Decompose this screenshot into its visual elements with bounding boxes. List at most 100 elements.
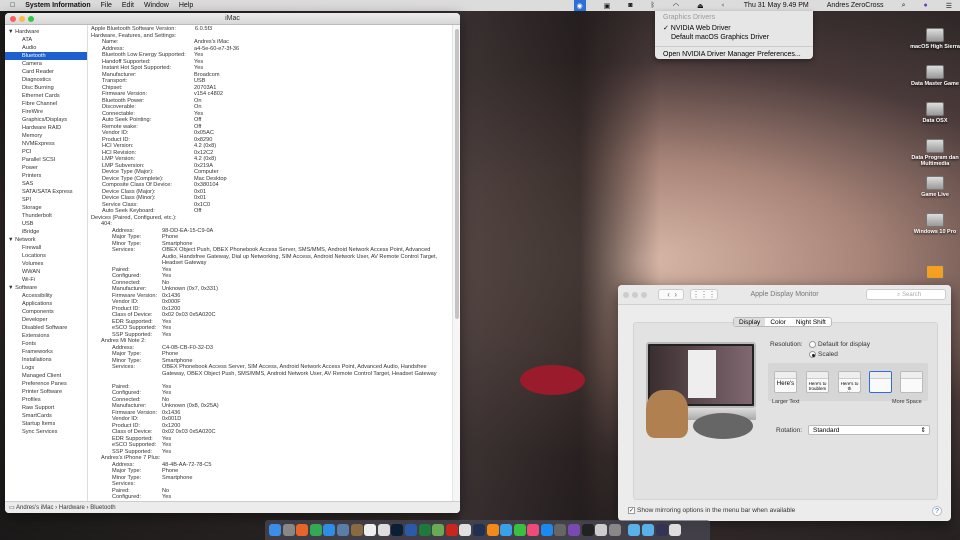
sidebar-item[interactable]: Disc Burning — [5, 84, 87, 92]
minimize-button[interactable] — [632, 292, 638, 298]
sidebar-item[interactable]: Applications — [5, 300, 87, 308]
zoom-button[interactable] — [28, 16, 34, 22]
sidebar-item[interactable]: Camera — [5, 60, 87, 68]
menu-help[interactable]: Help — [179, 2, 193, 9]
desktop-drive-icon[interactable]: Windows 10 Pro — [905, 213, 960, 235]
sidebar-item[interactable]: Managed Client — [5, 372, 87, 380]
display-icon[interactable]: ▣ — [604, 2, 611, 10]
show-all-grid-icon[interactable]: ⋮⋮⋮ — [690, 289, 718, 300]
dock-app-icon[interactable] — [432, 524, 445, 536]
menu-edit[interactable]: Edit — [122, 2, 134, 9]
close-button[interactable] — [623, 292, 629, 298]
menu-item-open-preferences[interactable]: Open NVIDIA Driver Manager Preferences..… — [655, 50, 813, 60]
spotlight-icon[interactable]: ⌕ — [902, 2, 906, 10]
dock-app-icon[interactable] — [404, 524, 417, 536]
dock-app-icon[interactable] — [296, 524, 309, 536]
sidebar-item[interactable]: PCI — [5, 148, 87, 156]
sidebar-item[interactable]: FireWire — [5, 108, 87, 116]
sidebar-item[interactable]: SmartCards — [5, 412, 87, 420]
close-button[interactable] — [10, 16, 16, 22]
sidebar-group-software[interactable]: ▼ Software — [5, 284, 87, 292]
sidebar-item[interactable]: SPI — [5, 196, 87, 204]
activity-icon[interactable]: ◙ — [628, 2, 632, 9]
zoom-button[interactable] — [641, 292, 647, 298]
sidebar-item[interactable]: Sync Services — [5, 428, 87, 436]
desktop-drive-icon[interactable]: Data Master Game — [905, 65, 960, 87]
clock[interactable]: Thu 31 May 9.49 PM — [744, 2, 809, 9]
dock-app-icon[interactable] — [540, 524, 553, 536]
path-item[interactable]: Hardware — [59, 505, 85, 511]
dock-app-icon[interactable] — [669, 524, 682, 536]
menu-window[interactable]: Window — [144, 2, 169, 9]
eject-icon[interactable]: ⏏ — [697, 2, 704, 10]
dock-app-icon[interactable] — [445, 524, 458, 536]
sidebar-item[interactable]: Raw Support — [5, 404, 87, 412]
sidebar-item[interactable]: Logs — [5, 364, 87, 372]
siri-icon[interactable]: ● — [923, 2, 927, 9]
dock-app-icon[interactable] — [282, 524, 295, 536]
radio-icon[interactable] — [809, 341, 816, 348]
dock-app-icon[interactable] — [554, 524, 567, 536]
sidebar-item[interactable]: Diagnostics — [5, 76, 87, 84]
search-input[interactable]: ⌕ Search — [866, 289, 946, 300]
radio-icon[interactable] — [809, 351, 816, 358]
sidebar-item[interactable]: Preference Panes — [5, 380, 87, 388]
scale-option-selected[interactable] — [869, 371, 892, 393]
scale-option[interactable]: Here's to th troublemak — [838, 371, 861, 393]
user-name[interactable]: Andres ZeroCross — [827, 2, 884, 9]
dock-app-icon[interactable] — [513, 524, 526, 536]
scale-option[interactable] — [900, 371, 923, 393]
rotation-select[interactable]: Standard ⇕ — [808, 425, 930, 435]
wifi-icon[interactable]: ◠ — [673, 2, 679, 10]
menu-app-name[interactable]: System Information — [25, 2, 90, 9]
tab-night-shift[interactable]: Night Shift — [791, 318, 831, 326]
dock-app-icon[interactable] — [364, 524, 377, 536]
sidebar-item[interactable]: Components — [5, 308, 87, 316]
dock-app-icon[interactable] — [642, 524, 655, 536]
sidebar-group-network[interactable]: ▼ Network — [5, 236, 87, 244]
menu-item-nvidia-web-driver[interactable]: ✓ NVIDIA Web Driver — [655, 23, 813, 33]
sidebar-item[interactable]: Locations — [5, 252, 87, 260]
bluetooth-icon[interactable]: ᛒ — [651, 2, 655, 9]
dock-app-icon[interactable] — [269, 524, 281, 536]
radio-scaled[interactable]: Scaled — [809, 351, 838, 358]
sidebar-item[interactable]: Fonts — [5, 340, 87, 348]
sidebar-item[interactable]: Graphics/Displays — [5, 116, 87, 124]
sidebar-item[interactable]: Frameworks — [5, 348, 87, 356]
sidebar-item[interactable]: Fibre Channel — [5, 100, 87, 108]
sidebar-item[interactable]: Firewall — [5, 244, 87, 252]
menu-file[interactable]: File — [101, 2, 112, 9]
sidebar-item[interactable]: Audio — [5, 44, 87, 52]
dock-app-icon[interactable] — [628, 524, 641, 536]
dock-app-icon[interactable] — [655, 524, 668, 536]
dock-app-icon[interactable] — [459, 524, 472, 536]
back-forward-buttons[interactable]: ‹ › — [658, 289, 684, 300]
dock-app-icon[interactable] — [527, 524, 540, 536]
sidebar-item[interactable]: Developer — [5, 316, 87, 324]
sidebar-item[interactable]: USB — [5, 220, 87, 228]
sidebar-item[interactable]: Card Reader — [5, 68, 87, 76]
desktop-drive-icon[interactable]: macOS High Sierra — [905, 28, 960, 50]
sidebar-item[interactable]: Parallel SCSI — [5, 156, 87, 164]
apple-menu-icon[interactable]:  — [10, 2, 15, 9]
dock-app-icon[interactable] — [418, 524, 431, 536]
dock-app-icon[interactable] — [581, 524, 594, 536]
dock-app-icon[interactable] — [350, 524, 363, 536]
dock-app-icon[interactable] — [595, 524, 608, 536]
sidebar-item[interactable]: Memory — [5, 132, 87, 140]
menu-item-default-driver[interactable]: Default macOS Graphics Driver — [655, 33, 813, 43]
sidebar-item[interactable]: Volumes — [5, 260, 87, 268]
dock-app-icon[interactable] — [391, 524, 404, 536]
sidebar-item[interactable]: Wi-Fi — [5, 276, 87, 284]
sidebar-item[interactable]: Accessibility — [5, 292, 87, 300]
desktop-drive-icon[interactable]: Game Live — [905, 176, 960, 198]
sidebar-item[interactable]: Profiles — [5, 396, 87, 404]
sidebar-item[interactable]: Extensions — [5, 332, 87, 340]
path-item[interactable]: Bluetooth — [90, 505, 115, 511]
tab-display[interactable]: Display — [734, 318, 766, 326]
sidebar-item[interactable]: Storage — [5, 204, 87, 212]
sidebar-item[interactable]: Printer Software — [5, 388, 87, 396]
dock-app-icon[interactable] — [377, 524, 390, 536]
mirroring-checkbox[interactable]: ✓ Show mirroring options in the menu bar … — [628, 507, 795, 514]
sidebar-item[interactable]: WWAN — [5, 268, 87, 276]
